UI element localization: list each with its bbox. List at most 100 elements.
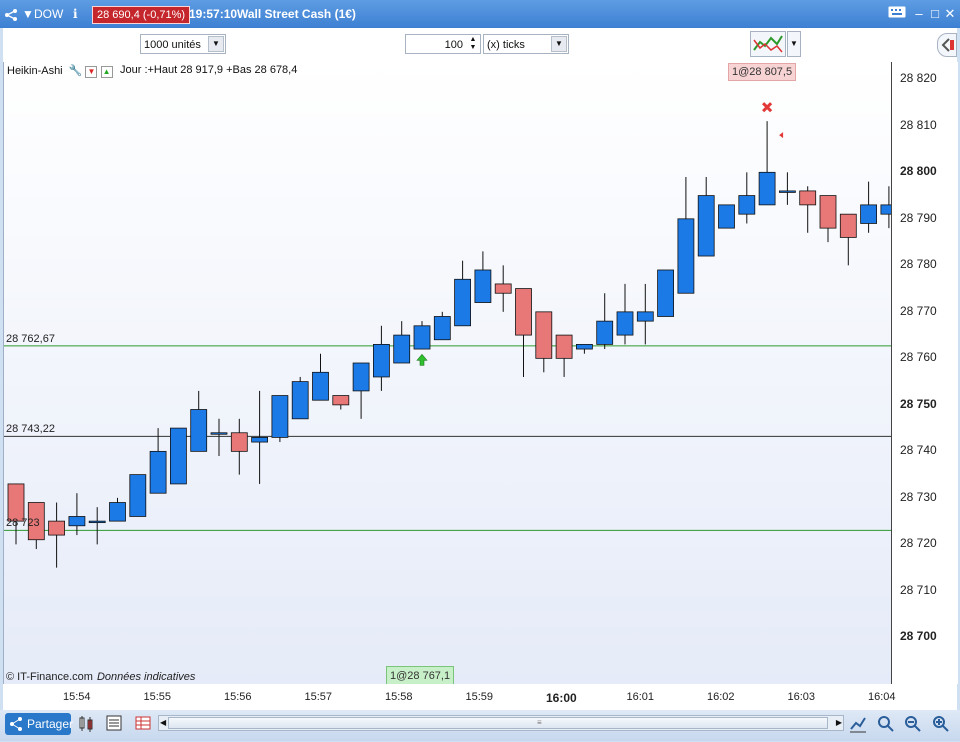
hline-label: 28 743,22 [6,423,55,436]
candle-body [454,278,472,327]
order-label-top[interactable]: 1@28 807,5 [728,63,797,81]
x-tick-label: 15:59 [465,691,494,703]
grip-icon: ≡ [537,718,542,727]
zoom-fit-icon[interactable] [877,715,895,733]
x-tick-label: 15:54 [63,691,91,703]
info-icon[interactable]: i [73,0,78,28]
strategy-chart-button[interactable] [750,31,786,57]
candle-body [576,343,593,350]
disclaimer-text: Données indicatives [96,671,196,683]
title-bar: ▼ DOW i 28 690,4 (-0,71%) 19:57:10 Wall … [0,0,960,28]
candle-body [677,218,695,294]
x-tick-label: 15:55 [143,691,172,703]
scroll-left-icon[interactable]: ◀ [160,716,166,730]
sell-cross-icon [762,102,773,113]
chart-scrollbar[interactable]: ◀ ≡ ▶ [158,715,844,731]
y-tick-label: 28 750 [900,396,937,411]
instrument-name: Wall Street Cash (1€) [237,7,356,21]
candle-body [616,311,634,336]
candle-body [839,213,857,238]
hline-label: 28 723 [6,517,40,530]
wrench-icon[interactable]: 🔧 [69,65,83,77]
y-tick-label: 28 810 [900,117,937,132]
candle-body [372,343,390,378]
sell-arrow-icon[interactable]: ▼ [85,66,98,78]
candle-body [48,520,65,536]
zoom-in-icon[interactable] [932,715,950,733]
clock-time: 19:57:10 [189,7,238,21]
ticks-unit-select[interactable]: (x) ticks ▼ [483,34,569,54]
indicator-label[interactable]: Heikin-Ashi [7,65,63,77]
candle-body [352,362,370,392]
candles-icon[interactable] [78,715,96,733]
spinner-arrows-icon[interactable]: ▲ ▼ [467,36,479,52]
candle-body [393,334,411,364]
bottom-bar: Partager ◀ ≡ ▶ [0,710,960,741]
y-tick-label: 28 730 [900,489,937,504]
quantity-value: 1000 unités [144,39,201,51]
minimize-icon[interactable]: – [911,6,927,22]
x-tick-label: 16:00 [546,691,577,705]
time-axis[interactable]: 15:54 15:55 15:56 15:57 15:58 15:59 16:00 16:01… [3,684,957,710]
hline-label: 28 762,67 [6,332,55,345]
candlestick-plot[interactable] [4,62,892,684]
price-axis[interactable]: 28 820 28 810 28 800 28 790 28 780 28 770 28 7… [891,62,958,684]
sell-marker-icon [779,132,784,139]
chevron-down-icon[interactable]: ▼ [787,31,801,57]
ticks-unit-value: (x) ticks [487,39,525,51]
x-tick-label: 16:02 [707,691,735,703]
ticks-stepper[interactable]: 100 ▲ ▼ [405,34,481,54]
x-tick-label: 16:03 [787,691,816,703]
y-tick-label: 28 740 [900,443,937,458]
y-tick-label: 28 760 [900,350,937,365]
candle-body [88,520,106,524]
candle-body [718,204,735,229]
symbol-label[interactable]: DOW [34,0,63,28]
indicator-label-box[interactable]: Heikin-Ashi 🔧 ▼ ▲ [7,64,113,78]
x-tick-label: 15:58 [385,691,413,703]
symbol-dropdown-icon[interactable]: ▼ [22,0,34,28]
keyboard-icon[interactable] [887,6,907,22]
chevron-down-icon[interactable]: ▼ [551,36,567,52]
quantity-select[interactable]: 1000 unités ▼ [140,34,226,54]
y-tick-label: 28 790 [900,210,937,225]
close-icon[interactable]: ✕ [942,6,958,22]
zoom-out-icon[interactable] [904,715,922,733]
table-icon[interactable] [134,715,152,733]
candle-body [596,320,614,345]
maximize-icon[interactable]: □ [927,6,943,22]
chart-strategy-icon [753,35,783,53]
y-tick-label: 28 720 [900,536,937,551]
candle-body [657,269,674,317]
candle-body [515,288,532,336]
side-panel-toggle[interactable] [937,33,957,57]
candle-body [291,381,309,420]
candle-body [332,395,350,406]
candle-body [738,195,756,215]
chart-area[interactable]: Heikin-Ashi 🔧 ▼ ▲ Jour :+Haut 28 917,9 +… [3,62,892,686]
order-label-bottom[interactable]: 1@28 767,1 [386,666,455,686]
toolbar: 1000 unités ▼ 100 ▲ ▼ (x) ticks ▼ ▼ [3,28,957,63]
app-menu-icon[interactable] [4,0,18,28]
scroll-thumb[interactable]: ≡ [168,717,828,729]
candle-body [129,474,147,517]
share-label: Partager [27,717,74,731]
list-icon[interactable] [105,715,123,733]
candle-body [636,311,654,322]
buy-arrow-icon[interactable]: ▲ [100,66,113,78]
share-button[interactable]: Partager [5,713,74,735]
candle-body [819,195,837,229]
candle-body [860,204,877,224]
y-tick-label: 28 700 [900,629,937,644]
y-tick-label: 28 780 [900,257,937,272]
y-tick-label: 28 710 [900,582,937,597]
scroll-right-icon[interactable]: ▶ [836,716,842,730]
share-icon [9,713,23,742]
buy-arrow-icon [416,353,428,366]
chevron-down-icon[interactable]: ▼ [208,36,224,52]
candle-body [494,283,512,294]
ticks-value: 100 [444,39,463,51]
candle-body [433,316,451,341]
auto-scale-icon[interactable] [849,715,867,733]
x-tick-label: 15:56 [224,691,252,703]
